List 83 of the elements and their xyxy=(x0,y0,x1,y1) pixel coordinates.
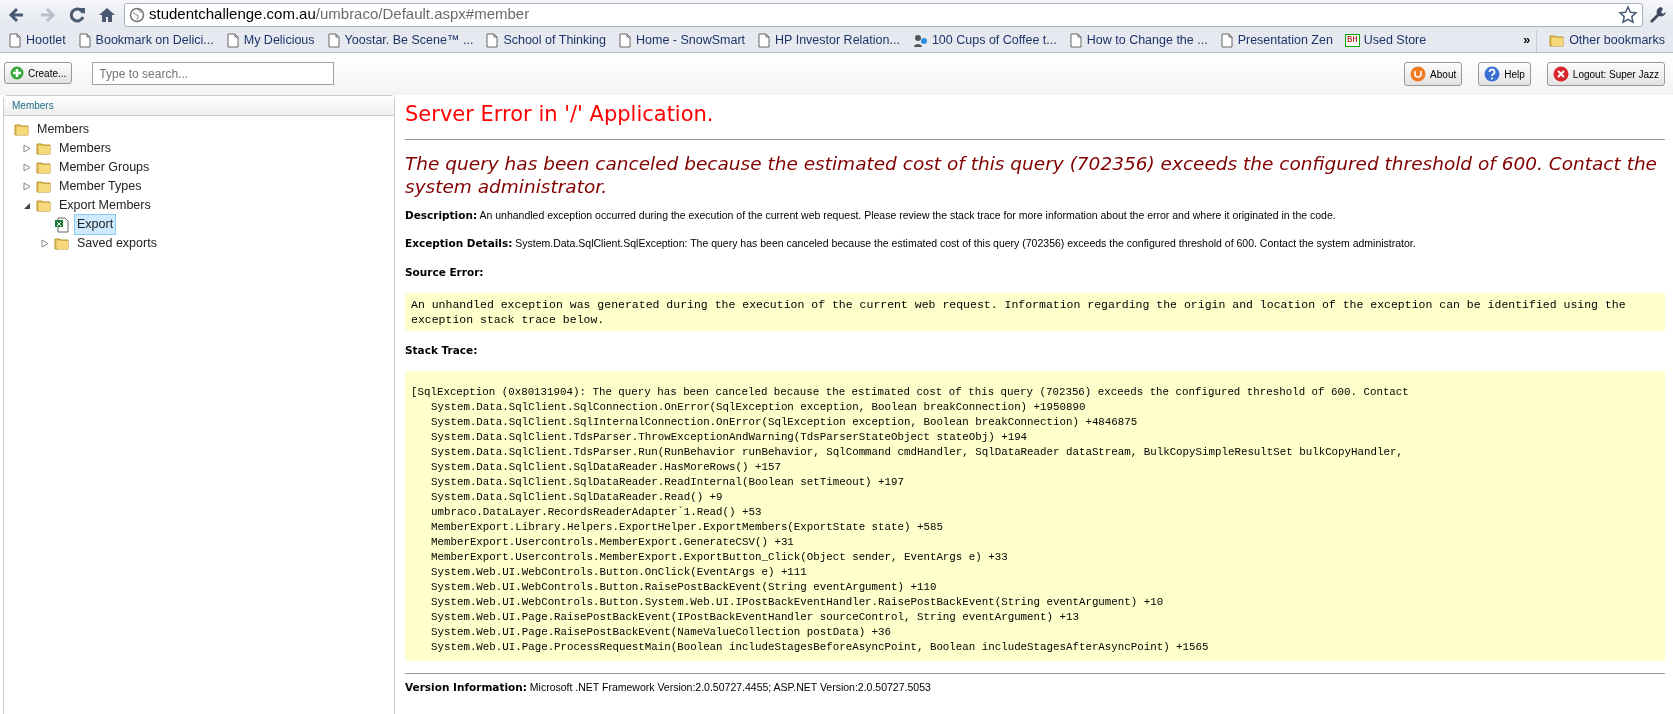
page-icon xyxy=(618,33,632,48)
folder-icon xyxy=(36,178,52,195)
bookmark-link[interactable]: My Delicious xyxy=(219,29,321,52)
page-heading: Server Error in '/' Application. xyxy=(405,101,715,128)
star-icon[interactable] xyxy=(1618,4,1638,25)
page-icon xyxy=(757,33,772,48)
folder-icon xyxy=(36,140,52,157)
help-button[interactable]: Help xyxy=(1478,62,1531,86)
logo-icon xyxy=(1410,66,1427,82)
folder-icon xyxy=(36,197,52,214)
section-label: Source Error: xyxy=(405,265,485,280)
plus-icon xyxy=(10,66,24,80)
stack-trace-line: MemberExport.Usercontrols.MemberExport.ExportButton_Click(Object sender, EventArgs e) +33 xyxy=(430,549,1009,565)
collapsed-triangle-icon[interactable] xyxy=(23,163,31,172)
address-bar[interactable]: studentchallenge.com.au/umbraco/Default.aspx#member xyxy=(124,2,1643,27)
page-icon xyxy=(225,33,240,48)
overflow-chevron[interactable]: » xyxy=(1517,29,1538,52)
tree-item[interactable]: Members xyxy=(56,138,115,159)
page-icon xyxy=(326,33,341,48)
stack-trace-line: System.Data.SqlClient.SqlConnection.OnError(SqlException exception, Boolean breakConnection) +1950890 xyxy=(430,399,1087,415)
page-icon xyxy=(8,33,22,48)
folder-icon xyxy=(14,121,30,138)
tree-item[interactable]: Saved exports xyxy=(74,233,160,254)
bookmark-link[interactable]: Presentation Zen xyxy=(1213,29,1339,52)
exception-details-text: Exception Details: System.Data.SqlClient.SqlException: The query has been canceled because the estimated cost of this query (702356) exceeds the configured threshold of 600. Contact the system administrator. xyxy=(405,236,1417,252)
stack-trace-line: System.Data.SqlClient.SqlDataReader.HasMoreRows() +157 xyxy=(430,459,782,475)
stack-trace-line: System.Data.SqlClient.SqlDataReader.Read() +9 xyxy=(430,489,724,505)
stack-trace-line: System.Web.UI.Page.RaisePostBackEvent(IPostBackEventHandler sourceControl, String eventArgument) +13 xyxy=(430,609,1080,625)
tree-item[interactable]: Member Groups xyxy=(56,157,153,178)
page-icon xyxy=(77,33,92,48)
stack-trace-line: umbraco.DataLayer.RecordsReaderAdapter`1.Read() +53 xyxy=(430,504,763,520)
bookmark-link[interactable]: HP Investor Relation... xyxy=(751,29,906,52)
bookmark-link[interactable]: Home - SnowSmart xyxy=(612,29,752,52)
collapsed-triangle-icon[interactable] xyxy=(23,144,31,153)
close-icon xyxy=(1552,66,1569,82)
create-button[interactable]: Create... xyxy=(4,62,73,84)
description-text: Description: An unhandled exception occurred during the execution of the current web request. Please review the stack trace for more information about the error and where it originated in the code. xyxy=(405,207,1337,223)
spreadsheet-icon xyxy=(54,216,70,233)
favicon-badge: BH xyxy=(1344,34,1360,47)
stack-trace-line: System.Web.UI.WebControls.Button.OnClick(EventArgs e) +111 xyxy=(430,564,808,580)
error-message: The query has been canceled because the estimated cost of this query (702356) exceeds the configured threshold of 600. Contact the system administrator. xyxy=(405,151,1658,198)
panel-header: Members xyxy=(4,96,394,116)
expanded-triangle-icon[interactable] xyxy=(23,201,31,210)
bookmark-link[interactable]: 100 Cups of Coffee t... xyxy=(905,29,1063,52)
tree-item[interactable]: Member Types xyxy=(56,176,145,197)
version-info-text: Version Information: Microsoft .NET Framework Version:2.0.50727.4455; ASP.NET Version:2.0.50727.5053 xyxy=(405,679,932,695)
tree-item[interactable]: Export xyxy=(74,214,117,235)
other-bookmarks-link[interactable]: Other bookmarks xyxy=(1543,29,1671,52)
stack-trace-line: System.Data.SqlClient.TdsParser.Run(RunBehavior runBehavior, SqlCommand cmdHandler, SqlDataReader dataStream, BulkCopySimpleResultSet bulkCopyHandler, xyxy=(430,444,1404,460)
stack-trace-line: System.Data.SqlClient.TdsParser.ThrowExceptionAndWarning(TdsParserStateObject stateObj) +194 xyxy=(430,429,1029,445)
bookmark-link[interactable]: School of Thinking xyxy=(479,29,612,52)
collapsed-triangle-icon[interactable] xyxy=(41,239,49,248)
help-icon xyxy=(1484,66,1501,82)
figure-icon xyxy=(911,33,928,48)
stack-trace-line: System.Web.UI.Page.ProcessRequestMain(Boolean includeStagesBeforeAsyncPoint, Boolean includeStagesAfterAsyncPoint) +1565 xyxy=(430,639,1210,655)
section-label: Stack Trace: xyxy=(405,342,479,358)
folder-icon xyxy=(1549,33,1566,48)
stack-trace-line: System.Data.SqlClient.SqlInternalConnection.OnError(SqlException exception, Boolean breakConnection) +4846875 xyxy=(430,414,1139,430)
page-icon xyxy=(1219,33,1234,48)
stack-trace-line: System.Web.UI.Page.RaisePostBackEvent(NameValueCollection postData) +36 xyxy=(430,624,893,640)
tree-item[interactable]: Members xyxy=(34,119,93,140)
globe-icon xyxy=(129,6,145,23)
stack-trace-line: MemberExport.Usercontrols.MemberExport.GenerateCSV() +31 xyxy=(430,534,795,550)
folder-icon xyxy=(36,159,52,176)
stack-trace-line: System.Data.SqlClient.SqlDataReader.ReadInternal(Boolean setTimeout) +197 xyxy=(430,474,905,490)
stack-trace-line: [SqlException (0x80131904): The query has been canceled because the estimated cost of this query (702356) exceeds the configured threshold of 600. Contact xyxy=(411,384,1410,400)
stack-trace-line: MemberExport.Library.Helpers.ExportHelper.ExportMembers(ExportState state) +585 xyxy=(430,519,944,535)
bookmark-link[interactable]: Hootlet xyxy=(2,29,72,52)
stack-trace-line: System.Web.UI.WebControls.Button.System.Web.UI.IPostBackEventHandler.RaisePostBackEvent(String eventArgument) +10 xyxy=(430,594,1165,610)
tree-item[interactable]: Export Members xyxy=(56,195,154,216)
bookmark-link[interactable]: BH Used Store xyxy=(1338,29,1433,52)
source-error-text: An unhandled exception was generated during the execution of the current web request. Information regarding the origin and location of the exception can be identified using the exception stack trace below. xyxy=(405,292,1665,331)
bookmark-link[interactable]: Yoostar. Be Scene™ ... xyxy=(320,29,480,52)
bookmark-link[interactable]: Bookmark on Delici... xyxy=(71,29,220,52)
collapsed-triangle-icon[interactable] xyxy=(23,182,31,191)
bookmark-link[interactable]: How to Change the ... xyxy=(1062,29,1214,52)
about-button[interactable]: About xyxy=(1404,62,1463,86)
logout-button[interactable]: Logout: Super Jazz xyxy=(1546,62,1665,86)
stack-trace-line: System.Web.UI.WebControls.Button.RaisePostBackEvent(String eventArgument) +110 xyxy=(430,579,938,595)
search-field[interactable]: Type to search... xyxy=(92,62,335,85)
page-icon xyxy=(485,33,500,48)
page-icon xyxy=(1068,33,1083,48)
folder-icon xyxy=(54,235,70,252)
